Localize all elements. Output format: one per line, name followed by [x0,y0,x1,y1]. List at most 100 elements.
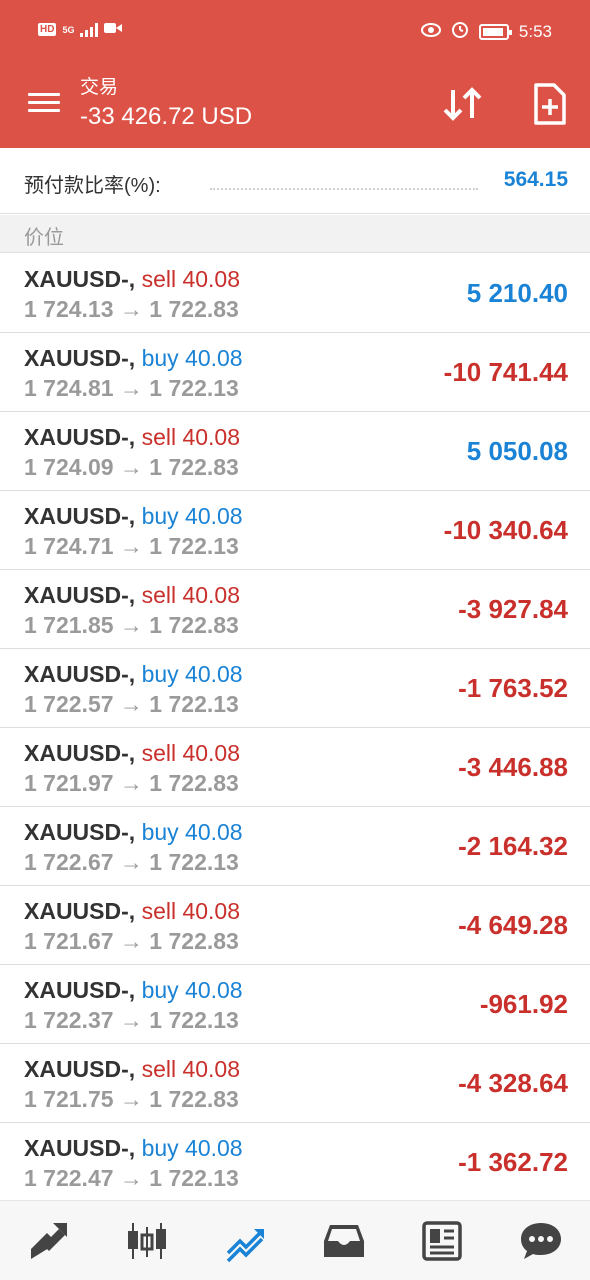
position-symbol: XAUUSD-, [24,582,136,608]
position-symbol: XAUUSD-, [24,424,136,450]
position-type-volume: buy 40.08 [141,503,243,529]
inbox-history-icon [324,1224,365,1257]
position-profit: -961.92 [479,989,568,1019]
chat-bubble-icon [520,1222,561,1259]
position-title: XAUUSD-, sell 40.08 [24,266,240,293]
position-prices: 1 721.67 → 1 722.83 [24,928,239,954]
menu-icon [28,93,64,112]
position-profit: 5 050.08 [466,436,568,466]
signal-icon [80,22,99,37]
position-type-volume: buy 40.08 [141,1135,243,1161]
position-profit: -4 649.28 [458,910,568,940]
new-order-icon [534,83,566,125]
position-row[interactable]: XAUUSD-, buy 40.08 1 722.67 → 1 722.13 -2 … [0,807,590,886]
position-row[interactable]: XAUUSD-, buy 40.08 1 722.57 → 1 722.13 -1 … [0,649,590,728]
position-symbol: XAUUSD-, [24,819,136,845]
position-profit: -10 340.64 [443,515,568,545]
dotted-leader [210,188,478,190]
position-type-volume: sell 40.08 [141,1056,241,1082]
positions-list: XAUUSD-, sell 40.08 1 724.13 → 1 722.83 5 … [0,254,590,1202]
nav-news[interactable] [414,1213,470,1269]
status-right: 5:53 [420,20,552,43]
position-row[interactable]: XAUUSD-, buy 40.08 1 724.81 → 1 722.13 -10… [0,333,590,412]
section-label: 价位 [24,227,64,249]
hd-badge: HD [38,23,57,36]
position-type-volume: sell 40.08 [141,266,241,292]
position-prices: 1 724.09 → 1 722.83 [24,454,239,480]
position-profit: -1 763.52 [458,673,568,703]
trade-trend-icon [226,1228,264,1262]
position-prices: 1 724.13 → 1 722.83 [24,296,239,322]
bottom-navigation [0,1200,590,1280]
position-prices: 1 722.57 → 1 722.13 [24,691,239,717]
position-row[interactable]: XAUUSD-, sell 40.08 1 721.85 → 1 722.83 -3… [0,570,590,649]
position-profit: -3 446.88 [458,752,568,782]
sort-icon [443,87,482,121]
position-prices: 1 722.67 → 1 722.13 [24,849,239,875]
nav-messages[interactable] [513,1213,569,1269]
position-row[interactable]: XAUUSD-, buy 40.08 1 722.37 → 1 722.13 -96… [0,965,590,1044]
position-row[interactable]: XAUUSD-, sell 40.08 1 721.75 → 1 722.83 -4… [0,1044,590,1123]
position-title: XAUUSD-, buy 40.08 [24,977,243,1004]
alarm-icon [451,20,469,43]
position-profit: -2 164.32 [458,831,568,861]
position-profit: -3 927.84 [458,594,568,624]
page-title: 交易 [80,77,119,98]
margin-level-label: 预付款比率(%): [24,175,161,197]
position-symbol: XAUUSD-, [24,503,136,529]
nav-chart[interactable] [119,1213,175,1269]
position-symbol: XAUUSD-, [24,977,136,1003]
position-row[interactable]: XAUUSD-, sell 40.08 1 724.09 → 1 722.83 5 … [0,412,590,491]
new-order-button[interactable] [528,82,570,126]
title-block: 交易 -33 426.72 USD [80,72,252,131]
position-symbol: XAUUSD-, [24,740,136,766]
position-prices: 1 724.81 → 1 722.13 [24,375,239,401]
positions-section-header: 价位 [0,215,590,253]
position-type-volume: sell 40.08 [141,582,241,608]
position-type-volume: sell 40.08 [141,740,241,766]
position-row[interactable]: XAUUSD-, buy 40.08 1 724.71 → 1 722.13 -10… [0,491,590,570]
position-row[interactable]: XAUUSD-, sell 40.08 1 724.13 → 1 722.83 5 … [0,254,590,333]
account-balance: -33 426.72 USD [80,103,253,130]
position-profit: -1 362.72 [458,1147,568,1177]
position-type-volume: sell 40.08 [141,424,241,450]
position-title: XAUUSD-, buy 40.08 [24,1135,243,1162]
nav-history[interactable] [316,1213,372,1269]
position-symbol: XAUUSD-, [24,898,136,924]
video-camera-icon [104,22,123,37]
position-title: XAUUSD-, sell 40.08 [24,898,240,925]
sort-button[interactable] [440,84,486,124]
position-type-volume: buy 40.08 [141,345,243,371]
nav-quotes[interactable] [21,1213,77,1269]
position-title: XAUUSD-, sell 40.08 [24,1056,240,1083]
status-left: HD 5G [38,22,123,37]
candlestick-icon [128,1222,167,1259]
menu-button[interactable] [28,88,64,118]
position-symbol: XAUUSD-, [24,1135,136,1161]
battery-icon [478,23,512,40]
news-icon [422,1220,463,1261]
position-row[interactable]: XAUUSD-, buy 40.08 1 722.47 → 1 722.13 -1 … [0,1123,590,1202]
position-symbol: XAUUSD-, [24,1056,136,1082]
position-symbol: XAUUSD-, [24,661,136,687]
clock-time: 5:53 [518,21,552,41]
position-row[interactable]: XAUUSD-, sell 40.08 1 721.67 → 1 722.83 -4… [0,886,590,965]
position-prices: 1 722.37 → 1 722.13 [24,1007,239,1033]
quotes-arrows-icon [31,1222,68,1259]
position-prices: 1 724.71 → 1 722.13 [24,533,239,559]
position-profit: 5 210.40 [466,278,568,308]
position-type-volume: buy 40.08 [141,977,243,1003]
nav-trade[interactable] [218,1213,274,1269]
position-type-volume: buy 40.08 [141,819,243,845]
position-prices: 1 721.75 → 1 722.83 [24,1086,239,1112]
position-profit: -4 328.64 [458,1068,568,1098]
position-title: XAUUSD-, sell 40.08 [24,582,240,609]
position-title: XAUUSD-, sell 40.08 [24,740,240,767]
position-prices: 1 721.85 → 1 722.83 [24,612,239,638]
position-row[interactable]: XAUUSD-, sell 40.08 1 721.97 → 1 722.83 -3… [0,728,590,807]
position-title: XAUUSD-, buy 40.08 [24,345,243,372]
position-profit: -10 741.44 [443,357,568,387]
position-prices: 1 721.97 → 1 722.83 [24,770,239,796]
eye-icon [420,22,441,42]
position-title: XAUUSD-, buy 40.08 [24,503,243,530]
